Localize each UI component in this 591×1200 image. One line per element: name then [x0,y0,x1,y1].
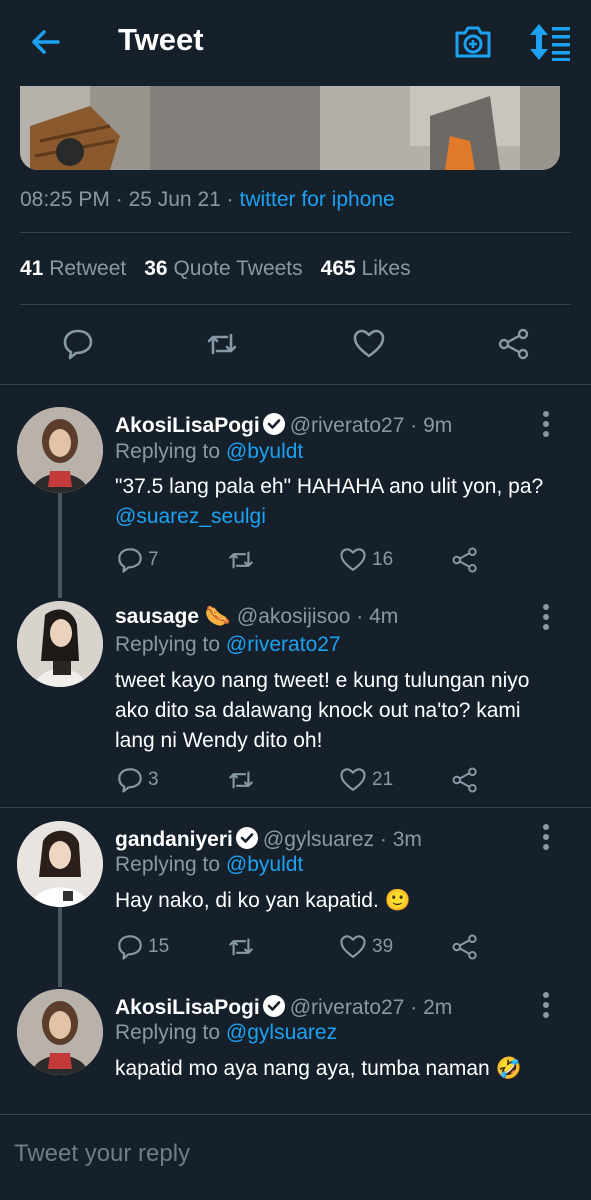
tweet-time: 08:25 PM [20,188,110,211]
page-title: Tweet [118,22,204,57]
reply-icon[interactable] [61,327,95,361]
thread-connector [58,907,62,987]
hotdog-emoji: 🌭 [204,605,232,628]
tweet-media-image[interactable] [20,86,560,170]
quote-tweets-stat[interactable]: 36 Quote Tweets [144,257,302,280]
reply-time: 2m [423,996,453,1019]
tweet-timestamp: 08:25 PM · 25 Jun 21 · twitter for iphon… [20,188,395,212]
display-name[interactable]: AkosiLisaPogi [115,414,260,437]
verified-badge-icon [262,995,285,1017]
display-name[interactable]: gandaniyeri [115,828,233,851]
avatar[interactable] [17,407,103,493]
tweet-stats: 41 Retweet 36 Quote Tweets 465 Likes [20,257,411,281]
replying-to-mention[interactable]: @byuldt [226,853,303,876]
retweet-icon[interactable] [227,546,255,574]
reply-text: kapatid mo aya nang aya, tumba naman 🤣 [115,1057,522,1080]
share-icon[interactable] [497,327,531,361]
divider [0,807,591,808]
handle[interactable]: @riverato27 [290,414,405,437]
reply-time: 4m [369,605,399,628]
replying-to: Replying to @byuldt [115,853,304,876]
reply-input[interactable]: Tweet your reply [14,1140,190,1168]
avatar[interactable] [17,821,103,907]
divider [20,232,571,233]
camera-icon[interactable] [452,22,494,62]
reply-icon[interactable] [116,933,144,961]
reply-time: 3m [392,828,422,851]
reply-header: sausage 🌭 @akosijisoo · 4m [115,605,399,628]
thread-connector [58,492,62,598]
reply-count: 3 [148,769,159,790]
likes-stat[interactable]: 465 Likes [321,257,411,280]
meta-separator: · [226,188,240,211]
more-options-icon[interactable] [538,823,554,851]
divider [0,384,591,385]
handle[interactable]: @riverato27 [290,996,405,1019]
like-count: 16 [372,549,394,570]
like-count: 21 [372,769,394,790]
like-count: 39 [372,936,394,957]
reply-time: 9m [423,414,453,437]
display-name[interactable]: sausage [115,605,199,628]
reply-text: Hay nako, di ko yan kapatid. 🙂 [115,889,411,912]
retweet-icon[interactable] [227,766,255,794]
like-heart-icon[interactable] [339,933,367,961]
divider [20,304,571,305]
tweet-date: 25 Jun 21 [128,188,221,211]
reply-count: 15 [148,936,170,957]
divider [0,1114,591,1115]
reply-text: "37.5 lang pala eh" HAHAHA ano ulit yon,… [115,475,544,528]
replying-to-mention[interactable]: @riverato27 [226,633,341,656]
replying-to-mention[interactable]: @byuldt [226,440,303,463]
share-icon[interactable] [451,766,479,794]
back-arrow-icon[interactable] [28,24,64,60]
media-photo [20,86,560,170]
reply-header: gandaniyeri @gylsuarez · 3m [115,827,422,851]
top-app-bar: Tweet [0,0,591,84]
avatar[interactable] [17,601,103,687]
reply-header: AkosiLisaPogi @riverato27 · 9m [115,413,453,437]
replying-to-mention[interactable]: @gylsuarez [226,1021,337,1044]
retweets-stat[interactable]: 41 Retweet [20,257,126,280]
verified-badge-icon [235,827,258,849]
avatar[interactable] [17,989,103,1075]
handle[interactable]: @akosijisoo [237,605,351,628]
sort-icon[interactable] [528,22,572,62]
display-name[interactable]: AkosiLisaPogi [115,996,260,1019]
replying-to: Replying to @riverato27 [115,633,341,656]
reply-icon[interactable] [116,766,144,794]
share-icon[interactable] [451,546,479,574]
handle[interactable]: @gylsuarez [263,828,374,851]
reply-icon[interactable] [116,546,144,574]
retweet-icon[interactable] [227,933,255,961]
reply-text: tweet kayo nang tweet! e kung tulungan n… [115,669,530,752]
like-heart-icon[interactable] [352,327,386,361]
share-icon[interactable] [451,933,479,961]
mention-link[interactable]: @suarez_seulgi [115,505,266,528]
like-heart-icon[interactable] [339,546,367,574]
more-options-icon[interactable] [538,410,554,438]
tweet-source-link[interactable]: twitter for iphone [239,188,394,211]
meta-separator: · [115,188,129,211]
replying-to: Replying to @gylsuarez [115,1021,338,1044]
more-options-icon[interactable] [538,991,554,1019]
reply-header: AkosiLisaPogi @riverato27 · 2m [115,995,453,1019]
replying-to: Replying to @byuldt [115,440,304,463]
verified-badge-icon [262,413,285,435]
retweet-icon[interactable] [205,327,239,361]
more-options-icon[interactable] [538,603,554,631]
reply-count: 7 [148,549,159,570]
like-heart-icon[interactable] [339,766,367,794]
